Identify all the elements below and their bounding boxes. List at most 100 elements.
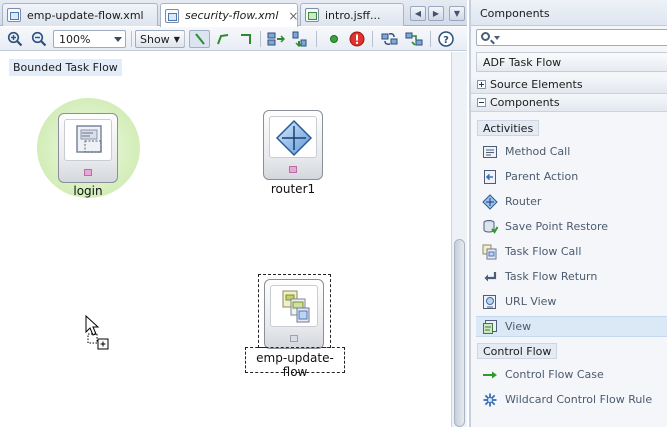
components-palette: Components ADF Task Flow Source Elements… xyxy=(469,0,667,427)
diagram-canvas[interactable]: Bounded Task Flow login router1 emp-upda… xyxy=(0,52,451,427)
zoom-out-icon[interactable] xyxy=(30,30,48,48)
help-icon[interactable]: ? xyxy=(437,30,455,48)
tab-label: emp-update-flow.xml xyxy=(27,8,144,22)
orthogonal-connector-icon[interactable] xyxy=(237,30,255,48)
url-view-icon xyxy=(482,294,498,310)
router1-node[interactable] xyxy=(263,110,323,180)
align-layout-icon[interactable] xyxy=(266,30,286,48)
router1-node-label[interactable]: router1 xyxy=(256,182,330,196)
palette-item-control-flow-case[interactable]: Control Flow Case xyxy=(476,364,667,385)
task-flow-return-icon xyxy=(482,269,498,285)
collapse-icon[interactable] xyxy=(477,98,486,107)
palette-search-box[interactable] xyxy=(476,29,667,46)
svg-text:?: ? xyxy=(443,35,449,46)
task-flow-editor: emp-update-flow.xml security-flow.xml × … xyxy=(0,0,467,427)
palette-item-label: URL View xyxy=(505,295,557,308)
tab-intro-jsff[interactable]: intro.jsff... xyxy=(300,3,404,26)
view-icon xyxy=(482,319,498,335)
scroll-tabs-left-button[interactable]: ◀ xyxy=(410,6,426,21)
page-marker-icon xyxy=(84,169,92,176)
distribute-layout-icon[interactable] xyxy=(290,30,310,48)
control-flow-category-label: Control Flow xyxy=(477,343,558,359)
error-icon[interactable] xyxy=(348,30,366,48)
tab-security-flow[interactable]: security-flow.xml × xyxy=(160,3,298,27)
palette-title: Components xyxy=(471,0,667,26)
toolbar-separator xyxy=(131,31,132,47)
chevron-down-icon: ▼ xyxy=(173,34,180,44)
section-label: Components xyxy=(490,96,560,109)
chevron-down-icon xyxy=(114,37,122,42)
search-icon[interactable] xyxy=(481,32,490,41)
palette-item-task-flow-return[interactable]: Task Flow Return xyxy=(476,266,667,287)
router-icon xyxy=(269,116,317,158)
show-menu-button[interactable]: Show ▼ xyxy=(135,30,185,48)
close-tab-icon[interactable]: × xyxy=(288,9,297,23)
refresh-diagram-icon[interactable] xyxy=(380,30,400,48)
palette-library-value: ADF Task Flow xyxy=(483,56,562,69)
save-point-restore-icon xyxy=(482,219,499,235)
tab-emp-update-flow[interactable]: emp-update-flow.xml xyxy=(2,3,158,26)
palette-item-label: Parent Action xyxy=(505,170,579,183)
toolbar-separator xyxy=(430,31,431,47)
palette-item-save-point-restore[interactable]: Save Point Restore xyxy=(476,216,667,237)
palette-library-select[interactable]: ADF Task Flow xyxy=(476,52,667,72)
layout-diagram-icon[interactable] xyxy=(404,30,424,48)
section-label: Source Elements xyxy=(490,78,583,91)
task-flow-call-icon xyxy=(482,244,498,260)
toolbar-separator xyxy=(184,31,185,47)
palette-item-label: Task Flow Return xyxy=(505,270,598,283)
page-marker-icon xyxy=(289,166,297,173)
method-call-icon xyxy=(482,144,498,160)
toolbar-separator xyxy=(372,31,373,47)
palette-item-label: Save Point Restore xyxy=(505,220,609,233)
palette-item-label: Task Flow Call xyxy=(505,245,582,258)
task-flow-file-icon xyxy=(7,8,21,22)
palette-item-task-flow-call[interactable]: Task Flow Call xyxy=(476,241,667,262)
palette-item-method-call[interactable]: Method Call xyxy=(476,141,667,162)
toolbar-separator xyxy=(316,31,317,47)
palette-item-wildcard-control-flow-rule[interactable]: Wildcard Control Flow Rule xyxy=(476,389,667,410)
emp-update-flow-node-label[interactable]: emp-update-flow xyxy=(245,351,345,379)
palette-item-label: View xyxy=(505,320,532,333)
editor-tab-bar: emp-update-flow.xml security-flow.xml × … xyxy=(0,0,467,27)
palette-item-label: Wildcard Control Flow Rule xyxy=(505,393,653,406)
palette-item-parent-action[interactable]: Parent Action xyxy=(476,166,667,187)
parent-action-icon xyxy=(482,169,498,185)
diagram-toolbar: 100% Show ▼ ? xyxy=(0,27,467,51)
tab-list-dropdown-button[interactable]: ▼ xyxy=(449,6,465,21)
drag-add-cursor-icon xyxy=(84,314,112,353)
expand-icon[interactable] xyxy=(477,80,486,89)
straight-line-connector-icon[interactable] xyxy=(189,30,210,48)
login-node-label[interactable]: login xyxy=(58,184,118,198)
palette-item-label: Router xyxy=(505,195,542,208)
palette-item-label: Method Call xyxy=(505,145,571,158)
tab-label: security-flow.xml xyxy=(185,9,279,22)
emp-update-flow-task-flow-call-node[interactable] xyxy=(264,279,324,349)
activities-category-label: Activities xyxy=(477,120,540,136)
curved-connector-icon[interactable] xyxy=(214,30,232,48)
bounded-task-flow-label: Bounded Task Flow xyxy=(9,59,122,76)
palette-item-router[interactable]: Router xyxy=(476,191,667,212)
section-components[interactable]: Components xyxy=(471,94,667,112)
zoom-in-icon[interactable] xyxy=(6,30,24,48)
palette-item-url-view[interactable]: URL View xyxy=(476,291,667,312)
toolbar-separator xyxy=(260,31,261,47)
show-label: Show xyxy=(140,32,170,46)
page-marker-icon xyxy=(290,335,298,342)
scrollbar-thumb[interactable] xyxy=(454,239,465,427)
router-icon xyxy=(482,193,498,210)
view-icon xyxy=(64,119,112,161)
palette-item-label: Control Flow Case xyxy=(505,368,604,381)
task-flow-file-icon xyxy=(165,8,179,23)
tab-label: intro.jsff... xyxy=(325,8,381,22)
login-view-node[interactable] xyxy=(58,113,118,183)
scroll-tabs-right-button[interactable]: ▶ xyxy=(428,6,444,21)
green-dot-icon[interactable] xyxy=(327,30,341,48)
chevron-down-icon[interactable] xyxy=(494,36,500,40)
section-source-elements[interactable]: Source Elements xyxy=(471,76,667,94)
zoom-level-combo[interactable]: 100% xyxy=(53,30,126,48)
zoom-level-value: 100% xyxy=(59,32,91,46)
palette-item-view[interactable]: View xyxy=(476,316,667,337)
palette-search-input[interactable] xyxy=(501,30,666,45)
canvas-vertical-scrollbar[interactable] xyxy=(451,52,467,427)
